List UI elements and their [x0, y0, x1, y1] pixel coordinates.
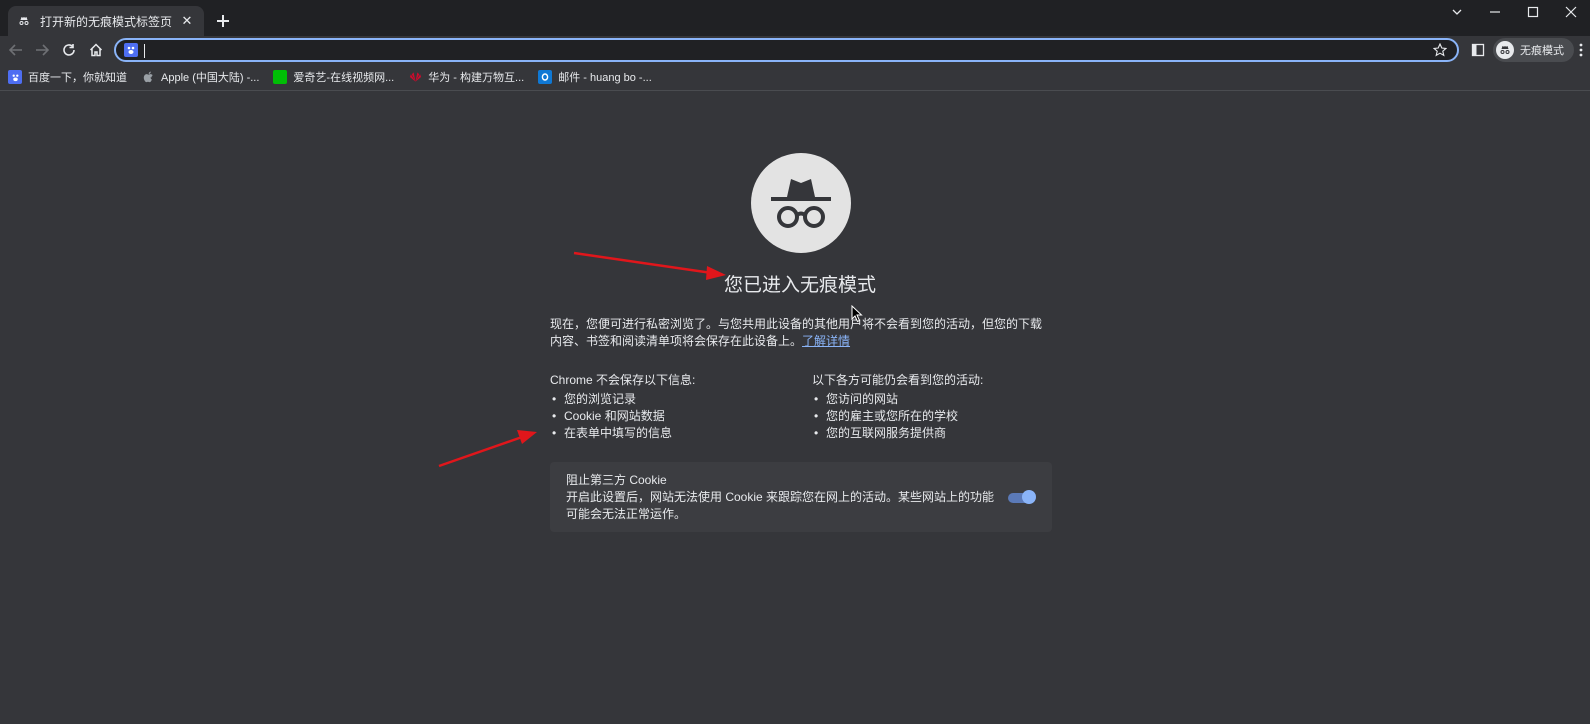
incognito-hero-icon — [751, 153, 851, 253]
forward-arrow-icon — [36, 44, 49, 56]
back-button[interactable] — [5, 39, 27, 61]
tab-search-button[interactable] — [1438, 0, 1476, 24]
back-arrow-icon — [9, 44, 22, 56]
may-see-list: 以下各方可能仍会看到您的活动: 您访问的网站 您的雇主或您所在的学校 您的互联网… — [812, 372, 1072, 442]
third-party-cookie-card: 阻止第三方 Cookie 开启此设置后，网站无法使用 Cookie 来跟踪您在网… — [550, 462, 1052, 532]
incognito-profile-button[interactable]: 无痕模式 — [1493, 38, 1574, 62]
bookmark-label: 百度一下，你就知道 — [28, 72, 127, 84]
bookmark-label: 邮件 - huang bo -... — [558, 72, 652, 84]
huawei-icon — [408, 70, 422, 84]
maximize-button[interactable] — [1514, 0, 1552, 24]
list-item: 您的浏览记录 — [550, 391, 810, 408]
baidu-icon — [8, 70, 22, 84]
block-cookies-toggle[interactable] — [1008, 490, 1036, 504]
may-see-title: 以下各方可能仍会看到您的活动: — [812, 373, 984, 387]
window-controls — [1438, 0, 1590, 26]
kebab-menu-icon — [1579, 43, 1583, 57]
list-item: 在表单中填写的信息 — [550, 425, 810, 442]
intro-text: 现在，您便可进行私密浏览了。与您共用此设备的其他用户将不会看到您的活动，但您的下… — [550, 317, 1043, 348]
home-icon — [89, 43, 103, 57]
bookmark-label: 爱奇艺-在线视频网... — [293, 72, 395, 84]
list-item: 您的雇主或您所在的学校 — [812, 408, 1072, 425]
bookmark-outlook[interactable]: 邮件 - huang bo -... — [538, 67, 652, 87]
bookmark-baidu[interactable]: 百度一下，你就知道 — [8, 67, 127, 87]
reload-button[interactable] — [58, 39, 80, 61]
outlook-icon — [538, 70, 553, 84]
cookie-card-title: 阻止第三方 Cookie — [566, 473, 667, 487]
list-item: 您的互联网服务提供商 — [812, 425, 1072, 442]
list-item: Cookie 和网站数据 — [550, 408, 810, 425]
address-input[interactable] — [144, 42, 1431, 58]
home-button[interactable] — [85, 39, 107, 61]
not-saved-list: Chrome 不会保存以下信息: 您的浏览记录 Cookie 和网站数据 在表单… — [550, 372, 810, 442]
mouse-cursor-icon — [851, 305, 863, 323]
bookmarks-bar: 百度一下，你就知道 Apple (中国大陆) -... 爱奇艺-在线视频网...… — [0, 64, 1590, 91]
tab-incognito[interactable]: 打开新的无痕模式标签页 ✕ — [8, 6, 204, 36]
browser-toolbar: 无痕模式 — [0, 36, 1590, 64]
page-title: 您已进入无痕模式 — [723, 275, 876, 296]
bookmark-label: Apple (中国大陆) -... — [161, 72, 260, 84]
maximize-icon — [1527, 6, 1539, 18]
incognito-icon — [16, 13, 32, 29]
toggle-knob — [1022, 490, 1036, 504]
side-panel-icon — [1471, 43, 1485, 57]
bookmark-label: 华为 - 构建万物互... — [428, 72, 525, 84]
text-caret — [144, 44, 145, 58]
close-tab-icon[interactable]: ✕ — [178, 12, 196, 30]
chevron-down-icon — [1452, 9, 1462, 15]
tab-title: 打开新的无痕模式标签页 — [40, 14, 173, 29]
baidu-search-engine-icon — [124, 43, 138, 57]
minimize-icon — [1490, 11, 1500, 13]
chrome-menu-button[interactable] — [1574, 40, 1588, 60]
address-bar[interactable] — [114, 38, 1459, 62]
close-icon — [1565, 6, 1577, 18]
annotation-arrows — [438, 251, 726, 468]
not-saved-title: Chrome 不会保存以下信息: — [550, 373, 696, 387]
profile-label: 无痕模式 — [1520, 45, 1564, 57]
plus-icon — [217, 15, 229, 27]
iqiyi-icon — [273, 70, 288, 84]
minimize-button[interactable] — [1476, 0, 1514, 24]
side-panel-button[interactable] — [1468, 40, 1488, 60]
bookmark-apple[interactable]: Apple (中国大陆) -... — [141, 67, 259, 87]
learn-more-link[interactable]: 了解详情 — [802, 334, 850, 348]
close-window-button[interactable] — [1552, 0, 1590, 24]
annotation-arrow-list — [438, 430, 537, 468]
cookie-card-description: 开启此设置后，网站无法使用 Cookie 来跟踪您在网上的活动。某些网站上的功能… — [566, 490, 995, 521]
intro-paragraph: 现在，您便可进行私密浏览了。与您共用此设备的其他用户将不会看到您的活动，但您的下… — [550, 316, 1050, 350]
reload-icon — [63, 44, 75, 56]
bookmark-iqiyi[interactable]: 爱奇艺-在线视频网... — [273, 67, 394, 87]
list-item: 您访问的网站 — [812, 391, 1072, 408]
forward-button[interactable] — [31, 39, 53, 61]
bookmark-star-icon[interactable] — [1431, 41, 1449, 59]
tab-strip: 打开新的无痕模式标签页 ✕ — [0, 0, 1590, 36]
bookmark-huawei[interactable]: 华为 - 构建万物互... — [408, 67, 524, 87]
new-tab-button[interactable] — [212, 10, 234, 32]
apple-icon — [141, 70, 155, 84]
incognito-avatar-icon — [1496, 41, 1514, 59]
